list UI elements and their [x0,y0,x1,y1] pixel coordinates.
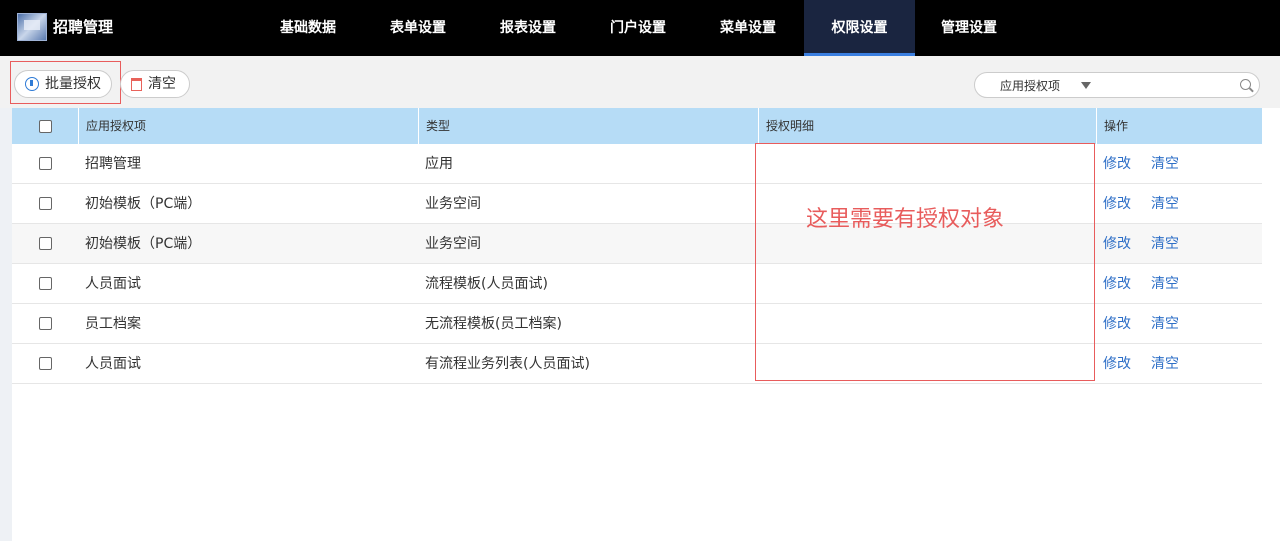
app-logo-icon [17,13,47,41]
clear-link[interactable]: 清空 [1151,356,1179,372]
edit-link[interactable]: 修改 [1103,236,1131,252]
search-input[interactable] [1097,76,1231,94]
clear-link[interactable]: 清空 [1151,196,1179,212]
column-header-actions: 操作 [1096,108,1262,144]
cell-actions: 修改 清空 [1096,304,1199,344]
edit-link[interactable]: 修改 [1103,276,1131,292]
trash-icon [131,77,142,91]
nav-basic-data[interactable]: 基础数据 [266,0,350,56]
clear-link[interactable]: 清空 [1151,316,1179,332]
cell-type: 业务空间 [425,236,481,252]
cell-item: 初始模板（PC端） [85,196,202,212]
clear-link[interactable]: 清空 [1151,236,1179,252]
cell-item: 员工档案 [85,316,141,332]
highlight-frame-batch-authorize [10,61,121,104]
row-checkbox[interactable] [39,197,52,210]
caret-down-icon[interactable] [1081,82,1091,89]
cell-actions: 修改 清空 [1096,224,1199,264]
column-header-item: 应用授权项 [78,108,418,144]
nav-report-settings[interactable]: 报表设置 [486,0,570,56]
row-checkbox[interactable] [39,277,52,290]
app-title: 招聘管理 [53,18,114,36]
clear-button[interactable]: 清空 [120,70,190,98]
left-strip [0,108,12,541]
search-box: 应用授权项 [974,72,1260,98]
search-icon[interactable] [1240,79,1251,90]
cell-type: 有流程业务列表(人员面试) [425,356,590,372]
cell-actions: 修改 清空 [1096,184,1199,224]
top-navigation-bar: 招聘管理 基础数据 表单设置 报表设置 门户设置 菜单设置 权限设置 管理设置 [0,0,1280,56]
edit-link[interactable]: 修改 [1103,156,1131,172]
edit-link[interactable]: 修改 [1103,316,1131,332]
row-checkbox[interactable] [39,237,52,250]
clear-label: 清空 [148,76,176,92]
edit-link[interactable]: 修改 [1103,356,1131,372]
column-header-type: 类型 [418,108,758,144]
nav-portal-settings[interactable]: 门户设置 [596,0,680,56]
annotation-text: 这里需要有授权对象 [806,207,1005,232]
row-checkbox[interactable] [39,357,52,370]
cell-actions: 修改 清空 [1096,264,1199,304]
cell-actions: 修改 清空 [1096,344,1199,384]
cell-type: 无流程模板(员工档案) [425,316,562,332]
cell-type: 业务空间 [425,196,481,212]
cell-item: 人员面试 [85,356,141,372]
row-checkbox[interactable] [39,157,52,170]
cell-item: 招聘管理 [85,156,141,172]
cell-actions: 修改 清空 [1096,144,1199,184]
column-header-detail: 授权明细 [758,108,1096,144]
cell-type: 流程模板(人员面试) [425,276,548,292]
nav-form-settings[interactable]: 表单设置 [376,0,460,56]
annotation-frame-detail-column [755,143,1095,381]
nav-admin-settings[interactable]: 管理设置 [927,0,1011,56]
cell-item: 人员面试 [85,276,141,292]
cell-item: 初始模板（PC端） [85,236,202,252]
nav-menu-settings[interactable]: 菜单设置 [706,0,790,56]
clear-link[interactable]: 清空 [1151,276,1179,292]
cell-type: 应用 [425,156,453,172]
table-header: 应用授权项 类型 授权明细 操作 [12,108,1262,144]
nav-permission-settings[interactable]: 权限设置 [804,0,915,56]
select-all-checkbox[interactable] [39,120,52,133]
clear-link[interactable]: 清空 [1151,156,1179,172]
edit-link[interactable]: 修改 [1103,196,1131,212]
row-checkbox[interactable] [39,317,52,330]
search-field-select[interactable]: 应用授权项 [1000,78,1060,94]
